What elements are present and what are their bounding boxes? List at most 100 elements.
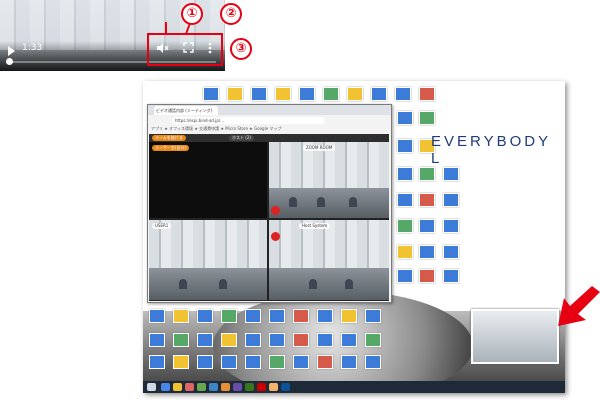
spreadsheet-icon[interactable]	[323, 87, 339, 101]
taskbar-app-icon[interactable]	[221, 383, 230, 391]
video-tile-user1[interactable]: USER1	[149, 220, 267, 300]
desktop-file-icon[interactable]	[397, 167, 413, 181]
taskbar-app-icon[interactable]	[233, 383, 242, 391]
desktop-file-icon[interactable]	[395, 87, 411, 101]
pdf-icon[interactable]	[293, 333, 309, 347]
desktop-file-icon[interactable]	[371, 87, 387, 101]
desktop-file-icon[interactable]	[397, 193, 413, 207]
desktop-file-icon[interactable]	[365, 309, 381, 323]
taskbar-app-icon[interactable]	[281, 383, 290, 391]
pdf-icon[interactable]	[419, 269, 435, 283]
desktop-file-icon[interactable]	[245, 309, 261, 323]
desktop-file-icon[interactable]	[221, 355, 237, 369]
pdf-icon[interactable]	[293, 309, 309, 323]
mic-muted-icon	[271, 232, 280, 241]
video-tile-zoom-room[interactable]: ZOOM ROOM	[269, 142, 389, 218]
desktop-screenshot: EVERYBODY L ビデオ通話内部 (ミーティング) https://esp…	[143, 81, 565, 393]
pointer-arrow	[552, 286, 600, 330]
folder-icon[interactable]	[347, 87, 363, 101]
callout-3: ③	[230, 38, 252, 60]
desktop-file-icon[interactable]	[197, 333, 213, 347]
desktop-file-icon[interactable]	[197, 309, 213, 323]
taskbar-app-icon[interactable]	[185, 383, 194, 391]
desktop-file-icon[interactable]	[269, 309, 285, 323]
host-count-label: ホスト (2)	[229, 135, 254, 141]
folder-icon[interactable]	[221, 333, 237, 347]
spreadsheet-icon[interactable]	[419, 111, 435, 125]
desktop-file-icon[interactable]	[419, 219, 435, 233]
desktop-file-icon[interactable]	[443, 193, 459, 207]
desktop-file-icon[interactable]	[203, 87, 219, 101]
desktop-file-icon[interactable]	[443, 167, 459, 181]
spreadsheet-icon[interactable]	[221, 309, 237, 323]
taskbar-app-icon[interactable]	[245, 383, 254, 391]
folder-icon[interactable]	[341, 309, 357, 323]
start-icon[interactable]	[147, 383, 156, 391]
taskbar-app-icon[interactable]	[257, 383, 266, 391]
callout-2: ②	[220, 3, 242, 25]
desktop-file-icon[interactable]	[443, 269, 459, 283]
callout-leader-1	[165, 22, 167, 34]
desktop-file-icon[interactable]	[299, 87, 315, 101]
desktop-file-icon[interactable]	[251, 87, 267, 101]
desktop-file-icon[interactable]	[317, 333, 333, 347]
desktop-file-icon[interactable]	[149, 309, 165, 323]
desktop-file-icon[interactable]	[419, 245, 435, 259]
desktop-file-icon[interactable]	[293, 355, 309, 369]
taskbar-app-icon[interactable]	[173, 383, 182, 391]
video-call-app: ルームを抜ける ホスト (2) ユーザー名(自分) ZOOM ROOM USER…	[149, 134, 389, 301]
folder-icon[interactable]	[173, 309, 189, 323]
progress-knob[interactable]	[6, 58, 13, 65]
leave-room-button[interactable]: ルームを抜ける	[152, 135, 186, 141]
elapsed-time: 1:33	[22, 43, 43, 53]
desktop-file-icon[interactable]	[269, 333, 285, 347]
camera-preview-thumbnail[interactable]	[471, 309, 559, 364]
spreadsheet-icon[interactable]	[173, 333, 189, 347]
tile-label: ユーザー名(自分)	[152, 145, 190, 151]
folder-icon[interactable]	[227, 87, 243, 101]
taskbar-app-icon[interactable]	[209, 383, 218, 391]
wallpaper-brand-text: EVERYBODY L	[431, 133, 551, 167]
play-icon[interactable]	[8, 46, 15, 56]
desktop-file-icon[interactable]	[365, 355, 381, 369]
taskbar	[143, 381, 565, 393]
callout-1: ①	[181, 3, 203, 25]
address-bar[interactable]: https://espi.bind-ad.jp/...	[172, 117, 325, 124]
folder-icon[interactable]	[275, 87, 291, 101]
desktop-file-icon[interactable]	[245, 355, 261, 369]
bookmarks-bar[interactable]: アプリ ★ オフィス環境 ★ 交通費申請 ★ Micro Store ★ Goo…	[151, 126, 386, 132]
call-header: ルームを抜ける ホスト (2)	[149, 134, 389, 142]
controls-highlight-box	[147, 33, 223, 66]
folder-icon[interactable]	[397, 245, 413, 259]
desktop-file-icon[interactable]	[341, 333, 357, 347]
tile-label: ZOOM ROOM	[303, 145, 336, 151]
spreadsheet-icon[interactable]	[365, 333, 381, 347]
desktop-file-icon[interactable]	[149, 333, 165, 347]
desktop-file-icon[interactable]	[397, 139, 413, 153]
spreadsheet-icon[interactable]	[269, 355, 285, 369]
folder-icon[interactable]	[173, 355, 189, 369]
mic-muted-icon	[271, 206, 280, 215]
browser-tab[interactable]: ビデオ通話内部 (ミーティング)	[154, 106, 218, 115]
spreadsheet-icon[interactable]	[419, 167, 435, 181]
pdf-icon[interactable]	[317, 355, 333, 369]
taskbar-app-icon[interactable]	[161, 383, 170, 391]
pdf-icon[interactable]	[419, 193, 435, 207]
desktop-file-icon[interactable]	[397, 111, 413, 125]
desktop-file-icon[interactable]	[341, 355, 357, 369]
spreadsheet-icon[interactable]	[397, 219, 413, 233]
taskbar-app-icon[interactable]	[269, 383, 278, 391]
desktop-file-icon[interactable]	[397, 269, 413, 283]
pdf-icon[interactable]	[419, 87, 435, 101]
video-tile-host-system[interactable]: Host System	[269, 220, 389, 300]
desktop-file-icon[interactable]	[197, 355, 213, 369]
desktop-file-icon[interactable]	[149, 355, 165, 369]
taskbar-app-icon[interactable]	[197, 383, 206, 391]
desktop-file-icon[interactable]	[443, 245, 459, 259]
desktop-file-icon[interactable]	[245, 333, 261, 347]
desktop-file-icon[interactable]	[443, 219, 459, 233]
desktop-file-icon[interactable]	[317, 309, 333, 323]
video-tile-self[interactable]: ユーザー名(自分)	[149, 142, 267, 218]
browser-tab-strip: ビデオ通話内部 (ミーティング)	[148, 105, 391, 115]
browser-window[interactable]: ビデオ通話内部 (ミーティング) https://espi.bind-ad.jp…	[147, 104, 392, 303]
